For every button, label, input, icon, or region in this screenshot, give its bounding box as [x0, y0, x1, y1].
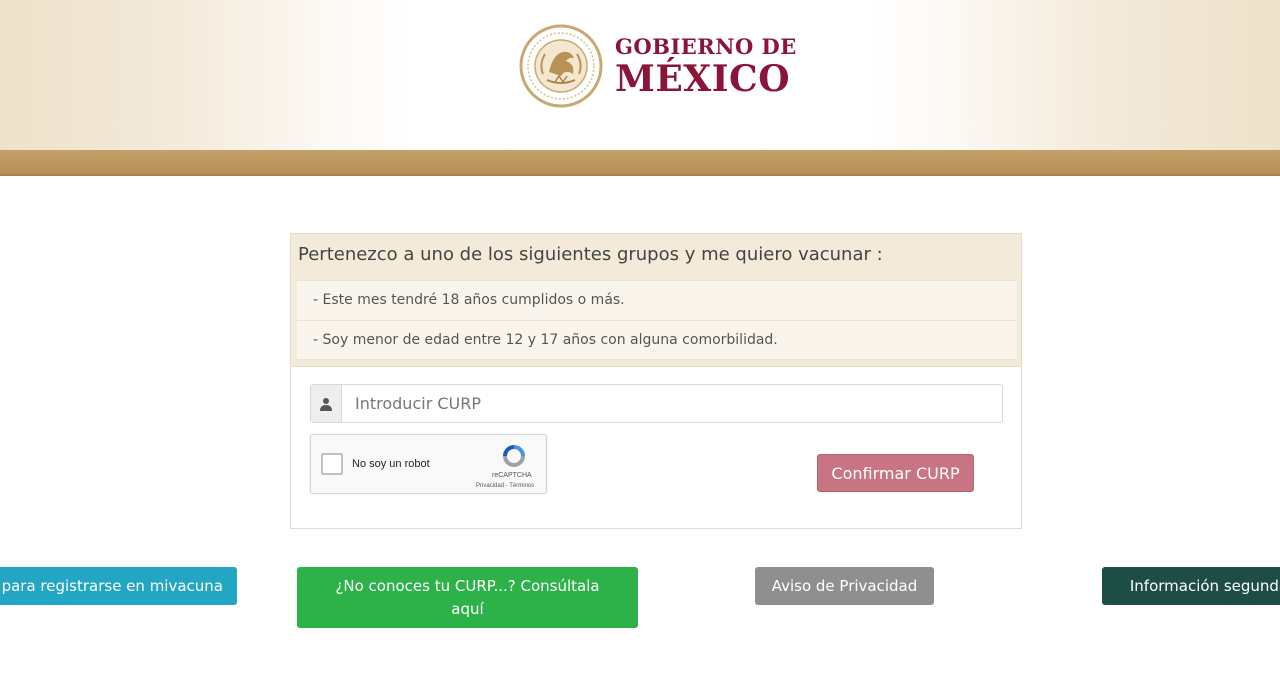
user-icon [320, 397, 332, 411]
panel-title: Pertenezco a uno de los siguientes grupo… [298, 244, 883, 265]
recaptcha-checkbox[interactable] [321, 453, 343, 475]
recaptcha-brand: reCAPTCHA [492, 472, 532, 479]
registration-card: Pertenezco a uno de los siguientes grupo… [290, 233, 1022, 529]
gobierno-wordmark: GOBIERNO DE MÉXICO [615, 36, 797, 97]
header: GOBIERNO DE MÉXICO [0, 0, 1280, 150]
aviso-privacidad-button[interactable]: Aviso de Privacidad [755, 567, 934, 605]
consulta-curp-button[interactable]: ¿No conoces tu CURP...? Consúltala aquí [297, 567, 638, 628]
informacion-segunda-button[interactable]: Información segunda [1102, 567, 1280, 605]
recaptcha-widget: No soy un robot reCAPTCHA Privacidad - T… [310, 434, 547, 494]
input-addon [311, 385, 342, 422]
eligibility-panel: Pertenezco a uno de los siguientes grupo… [291, 234, 1021, 367]
recaptcha-label: No soy un robot [352, 458, 430, 470]
recaptcha-links[interactable]: Privacidad - Términos [476, 483, 534, 489]
eligibility-item: - Soy menor de edad entre 12 y 17 años c… [297, 320, 1017, 360]
curp-input-group [310, 384, 1003, 423]
curp-input[interactable] [342, 385, 1002, 422]
eligibility-item: - Este mes tendré 18 años cumplidos o má… [297, 280, 1017, 320]
gobierno-logo[interactable]: GOBIERNO DE MÉXICO [519, 24, 797, 108]
gov-line2: MÉXICO [615, 57, 791, 100]
register-mivacuna-button[interactable]: para registrarse en mivacuna [0, 567, 237, 605]
header-band [0, 150, 1280, 176]
page: GOBIERNO DE MÉXICO Pertenezco a uno de l… [0, 0, 1280, 675]
gov-line1: GOBIERNO DE [615, 33, 797, 59]
mexico-coat-of-arms-icon [519, 24, 603, 108]
confirm-curp-button[interactable]: Confirmar CURP [817, 454, 974, 492]
recaptcha-icon [503, 445, 525, 467]
